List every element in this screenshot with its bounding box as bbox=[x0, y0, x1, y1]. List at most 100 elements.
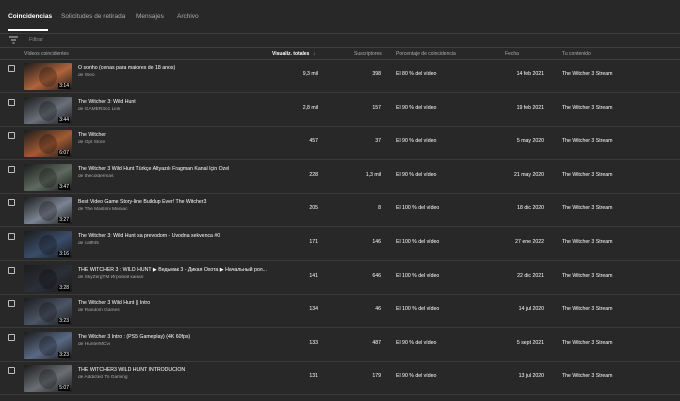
row-checkbox[interactable] bbox=[8, 98, 15, 106]
table-row[interactable]: 5:07 THE WITCHER3 WILD HUNT INTRODUCION de… bbox=[0, 362, 680, 396]
your-content[interactable]: The Witcher 3 Stream bbox=[562, 105, 612, 111]
total-views: 228 bbox=[309, 171, 318, 178]
subscribers: 1,3 mil bbox=[365, 171, 381, 178]
row-checkbox[interactable] bbox=[8, 233, 15, 240]
table-row[interactable]: 3:27 Best Video Game Story-line Buildup E… bbox=[0, 194, 680, 228]
video-thumbnail[interactable]: 3:14 bbox=[24, 63, 72, 90]
your-content[interactable]: The Witcher 3 Stream bbox=[562, 71, 612, 77]
column-header-match-percentage[interactable]: Porcentaje de coincidencia bbox=[396, 51, 456, 57]
video-title[interactable]: The Witcher 3: Wild Hunt sa prevodom - U… bbox=[78, 233, 268, 239]
video-thumbnail[interactable]: 3:16 bbox=[24, 231, 72, 258]
video-title[interactable]: The Witcher 3: Wild Hunt bbox=[78, 99, 268, 105]
video-duration: 3:28 bbox=[58, 284, 70, 291]
your-content[interactable]: The Witcher 3 Stream bbox=[562, 273, 612, 279]
match-date: 27 ene 2022 bbox=[515, 239, 544, 245]
total-views: 133 bbox=[309, 339, 318, 346]
video-thumbnail[interactable]: 3:44 bbox=[24, 96, 72, 124]
row-checkbox[interactable] bbox=[8, 266, 15, 274]
total-views: 205 bbox=[309, 205, 318, 212]
video-title[interactable]: Best Video Game Story-line Buildup Ever!… bbox=[78, 199, 268, 205]
filter-icon[interactable] bbox=[9, 36, 18, 44]
video-thumbnail[interactable]: 3:23 bbox=[24, 331, 72, 359]
match-percentage: El 100 % del vídeo bbox=[396, 205, 440, 212]
subscribers: 157 bbox=[372, 104, 381, 111]
match-date: 22 dic 2021 bbox=[517, 272, 544, 279]
subscribers: 46 bbox=[375, 306, 381, 313]
row-checkbox[interactable] bbox=[8, 165, 15, 173]
video-title[interactable]: The Witcher 3 Wild Hunt || Intro bbox=[78, 300, 268, 306]
tab-archivo[interactable]: Archivo bbox=[177, 13, 199, 20]
active-tab-indicator bbox=[8, 29, 48, 31]
video-title[interactable]: The Witcher 3 Intro : (PS5 Gameplay) (4K… bbox=[78, 334, 268, 340]
row-checkbox[interactable] bbox=[8, 132, 15, 140]
table-row[interactable]: 3:23 The Witcher 3 Wild Hunt || Intro de R… bbox=[0, 295, 680, 329]
table-row[interactable]: 3:44 The Witcher 3: Wild Hunt de GAMER3o1 … bbox=[0, 94, 680, 127]
channel-name[interactable]: de cafff45 bbox=[78, 241, 268, 246]
table-row[interactable]: 3:23 The Witcher 3 Intro : (PS5 Gameplay)… bbox=[0, 329, 680, 362]
your-content[interactable]: The Witcher 3 Stream bbox=[562, 172, 612, 178]
tab-mensajes[interactable]: Mensajes bbox=[136, 13, 164, 20]
video-title[interactable]: THE WITCHER3 WILD HUNT INTRODUCION bbox=[78, 367, 268, 373]
match-date: 18 dic 2020 bbox=[517, 205, 544, 212]
column-header-subscribers[interactable]: Suscriptores bbox=[354, 51, 382, 57]
video-thumbnail[interactable]: 6:07 bbox=[24, 130, 72, 158]
your-content[interactable]: The Witcher 3 Stream bbox=[562, 306, 612, 312]
column-header-views[interactable]: Visualiz. totales ↓ bbox=[272, 51, 315, 57]
table-row[interactable]: 3:14 O sonho (cenas para maiores de 18 an… bbox=[0, 60, 680, 93]
match-percentage: El 90 % del vídeo bbox=[396, 104, 437, 111]
column-header-video[interactable]: Vídeos coincidentes bbox=[24, 51, 69, 57]
match-date: 5 sept 2021 bbox=[516, 339, 544, 346]
table-row[interactable]: 3:47 The Witcher 3 Wild Hunt Türkçe Altya… bbox=[0, 161, 680, 194]
video-title[interactable]: The Witcher 3 Wild Hunt Türkçe Altyazılı… bbox=[78, 166, 268, 172]
total-views: 131 bbox=[309, 373, 318, 380]
video-thumbnail[interactable]: 3:27 bbox=[24, 197, 72, 225]
channel-name[interactable]: de GAMER3o1 Link bbox=[78, 107, 268, 112]
video-thumbnail[interactable]: 3:28 bbox=[24, 264, 72, 292]
total-views: 2,8 mil bbox=[302, 104, 318, 111]
table-row[interactable]: 6:07 The Witcher de Opt Store 457 37 El 90 % … bbox=[0, 127, 680, 161]
match-percentage: El 90 % del vídeo bbox=[396, 339, 437, 346]
channel-name[interactable]: de Opt Store bbox=[78, 140, 268, 145]
your-content[interactable]: The Witcher 3 Stream bbox=[562, 340, 612, 346]
subscribers: 179 bbox=[372, 373, 381, 380]
subscribers: 487 bbox=[372, 339, 381, 346]
channel-name[interactable]: de HunterMCvi bbox=[78, 342, 268, 347]
row-checkbox[interactable] bbox=[8, 199, 15, 207]
filter-input[interactable] bbox=[29, 35, 229, 45]
tab-coincidencias[interactable]: Coincidencias bbox=[8, 13, 52, 20]
your-content[interactable]: The Witcher 3 Stream bbox=[562, 239, 612, 245]
your-content[interactable]: The Witcher 3 Stream bbox=[562, 138, 612, 144]
video-title[interactable]: THE WITCHER 3 : WILD HUNT ▶ Ведьмак 3 - … bbox=[78, 267, 268, 273]
table-row[interactable]: 3:28 THE WITCHER 3 : WILD HUNT ▶ Ведьмак … bbox=[0, 262, 680, 295]
video-title[interactable]: O sonho (cenas para maiores de 18 anos) bbox=[78, 65, 268, 71]
channel-name[interactable]: de The Mastimi Maniac bbox=[78, 207, 268, 212]
video-duration: 3:23 bbox=[58, 318, 70, 325]
row-checkbox[interactable] bbox=[8, 333, 15, 341]
row-checkbox[interactable] bbox=[8, 367, 15, 375]
table-row[interactable]: 3:16 The Witcher 3: Wild Hunt sa prevodom… bbox=[0, 228, 680, 261]
subscribers: 398 bbox=[372, 71, 381, 77]
video-thumbnail[interactable]: 3:23 bbox=[24, 298, 72, 326]
row-checkbox[interactable] bbox=[8, 65, 15, 72]
subscribers: 37 bbox=[375, 138, 381, 145]
channel-name[interactable]: de Addicted To Gaming bbox=[78, 375, 268, 380]
video-duration: 6:07 bbox=[58, 150, 70, 157]
row-checkbox[interactable] bbox=[8, 300, 15, 308]
video-thumbnail[interactable]: 5:07 bbox=[24, 365, 72, 393]
column-header-your-content[interactable]: Tu contenido bbox=[562, 51, 591, 57]
video-title[interactable]: The Witcher bbox=[78, 132, 268, 138]
channel-name[interactable]: de Random Games bbox=[78, 308, 268, 313]
channel-name[interactable]: de ISeo bbox=[78, 73, 268, 78]
your-content[interactable]: The Witcher 3 Stream bbox=[562, 373, 612, 379]
match-date: 14 feb 2021 bbox=[516, 71, 544, 77]
subscribers: 646 bbox=[372, 272, 381, 279]
column-header-date[interactable]: Fecha bbox=[505, 51, 519, 57]
your-content[interactable]: The Witcher 3 Stream bbox=[562, 205, 612, 211]
match-percentage: El 80 % del vídeo bbox=[396, 71, 437, 77]
channel-name[interactable]: de SkyZergTM Игровой канал bbox=[78, 275, 268, 280]
video-thumbnail[interactable]: 3:47 bbox=[24, 163, 72, 191]
subscribers: 146 bbox=[372, 239, 381, 245]
total-views: 171 bbox=[309, 239, 318, 245]
channel-name[interactable]: de thecoldermas bbox=[78, 174, 268, 179]
tab-solicitudes-de-retirada[interactable]: Solicitudes de retirada bbox=[61, 13, 125, 20]
